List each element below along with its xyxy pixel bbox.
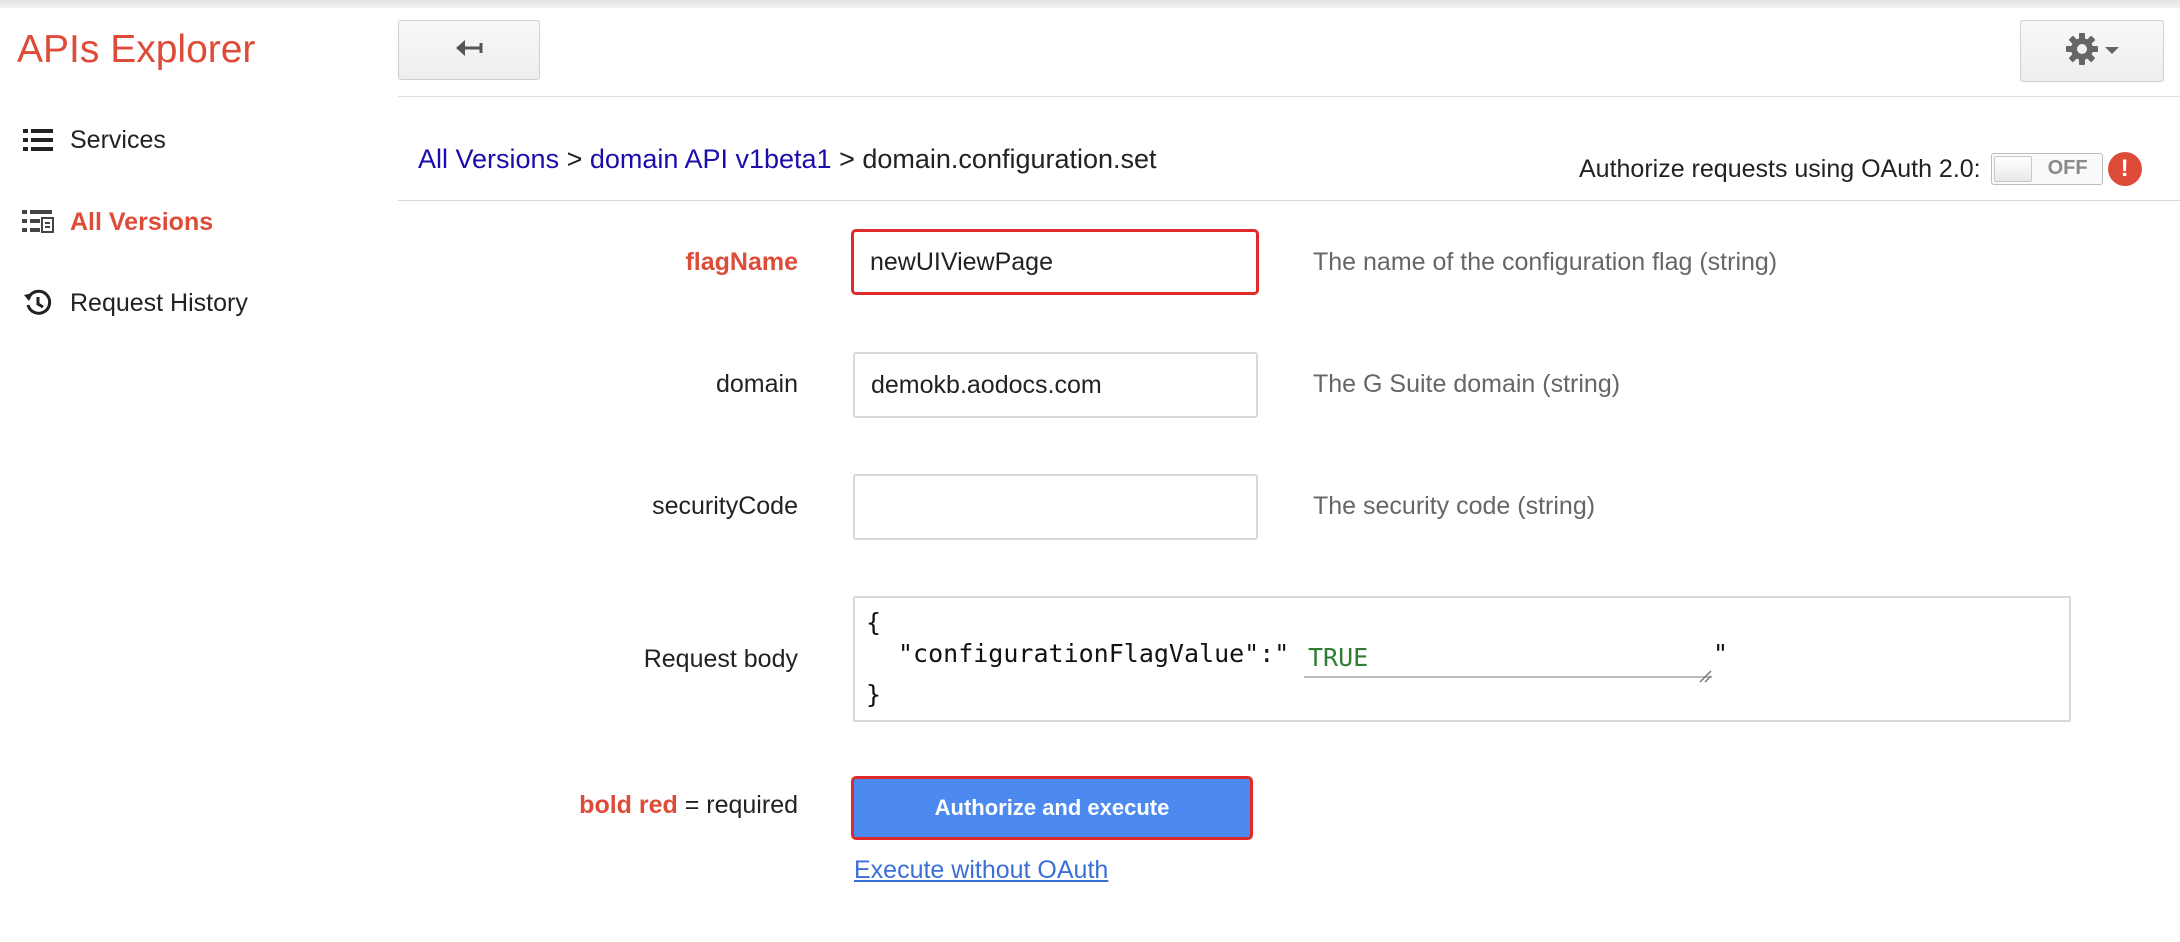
sidebar-item-label: All Versions bbox=[70, 207, 214, 236]
breadcrumb-current: domain.configuration.set bbox=[862, 144, 1157, 174]
domain-input[interactable] bbox=[853, 352, 1258, 418]
app-title: APIs Explorer bbox=[17, 28, 256, 71]
domain-description: The G Suite domain (string) bbox=[1313, 370, 1621, 398]
securitycode-label: securityCode bbox=[652, 492, 798, 520]
closing-quote: " bbox=[1713, 639, 1729, 668]
versions-grid-icon bbox=[22, 206, 54, 238]
content-divider bbox=[398, 200, 2180, 201]
history-icon bbox=[22, 287, 54, 319]
required-legend: bold red = required bbox=[579, 791, 798, 820]
execute-without-oauth-link[interactable]: Execute without OAuth bbox=[854, 856, 1108, 885]
request-body-editor: { "configurationFlagValue":" " } bbox=[853, 596, 2071, 722]
sidebar-item-all-versions[interactable]: All Versions bbox=[22, 198, 213, 246]
chevron-down-icon bbox=[2105, 42, 2119, 60]
flagname-description: The name of the configuration flag (stri… bbox=[1313, 248, 1778, 276]
oauth-toggle[interactable]: OFF bbox=[1990, 153, 2103, 185]
domain-label: domain bbox=[716, 370, 798, 398]
breadcrumb-link-all-versions[interactable]: All Versions bbox=[418, 144, 559, 174]
toggle-knob bbox=[1993, 156, 2032, 182]
securitycode-description: The security code (string) bbox=[1313, 492, 1596, 520]
sidebar-item-services[interactable]: Services bbox=[22, 116, 166, 164]
sidebar-item-request-history[interactable]: Request History bbox=[22, 279, 248, 327]
warning-icon: ! bbox=[2107, 152, 2142, 186]
oauth-control: Authorize requests using OAuth 2.0: OFF … bbox=[1579, 152, 2142, 186]
back-arrow-icon bbox=[454, 37, 484, 64]
gear-icon bbox=[2065, 32, 2099, 71]
authorize-and-execute-button[interactable]: Authorize and execute bbox=[851, 776, 1253, 840]
sidebar-item-label: Request History bbox=[70, 288, 248, 317]
sidebar-item-label: Services bbox=[70, 125, 166, 154]
breadcrumb: All Versions > domain API v1beta1 > doma… bbox=[418, 144, 1157, 175]
top-strip bbox=[0, 0, 2180, 8]
list-icon bbox=[22, 124, 54, 156]
back-button[interactable] bbox=[398, 20, 540, 80]
breadcrumb-separator: > bbox=[566, 144, 583, 174]
flagname-label: flagName bbox=[685, 248, 798, 276]
required-legend-text: = required bbox=[677, 791, 798, 819]
request-body-key: "configurationFlagValue":" bbox=[898, 639, 1290, 668]
toggle-state: OFF bbox=[2047, 157, 2088, 179]
breadcrumb-link-domain-api[interactable]: domain API v1beta1 bbox=[590, 144, 832, 174]
resize-handle-icon[interactable] bbox=[1698, 660, 1712, 683]
header-divider bbox=[398, 96, 2180, 97]
request-body-label: Request body bbox=[643, 645, 798, 673]
open-brace: { bbox=[866, 608, 882, 637]
flagname-input[interactable] bbox=[851, 229, 1259, 295]
settings-button[interactable] bbox=[2020, 20, 2164, 82]
oauth-label: Authorize requests using OAuth 2.0: bbox=[1579, 154, 1981, 183]
breadcrumb-separator: > bbox=[839, 144, 855, 174]
close-brace: } bbox=[866, 680, 882, 709]
required-legend-emphasis: bold red bbox=[579, 791, 678, 819]
configuration-flag-value-input[interactable] bbox=[1304, 638, 1712, 678]
securitycode-input[interactable] bbox=[853, 474, 1258, 540]
